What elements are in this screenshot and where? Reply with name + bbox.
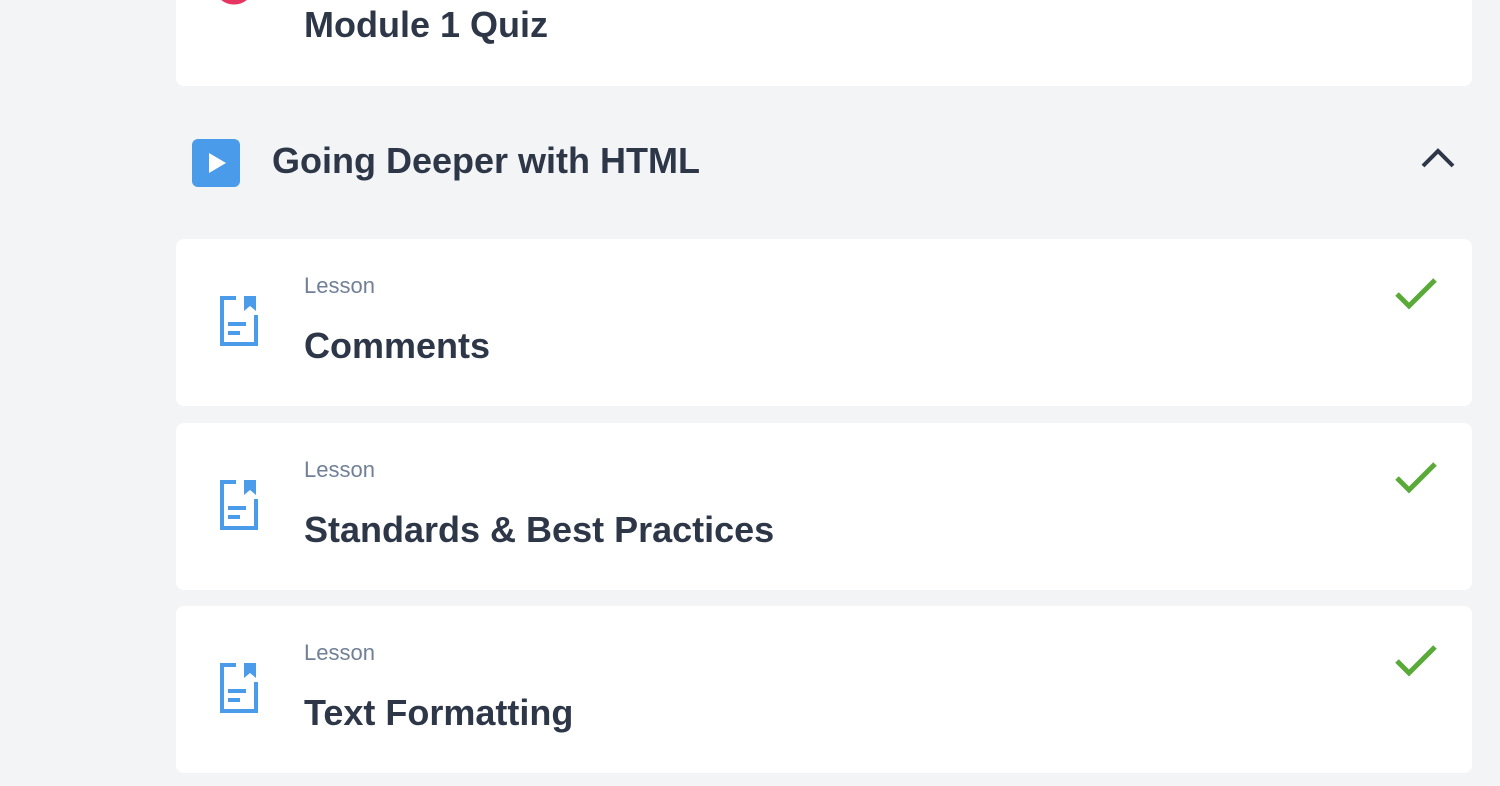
- lesson-card[interactable]: Lesson Text Formatting: [176, 606, 1472, 773]
- quiz-card[interactable]: Module 1 Quiz: [176, 0, 1472, 86]
- chevron-up-icon[interactable]: [1420, 146, 1456, 175]
- lesson-type: Lesson: [304, 640, 375, 665]
- quiz-title: Module 1 Quiz: [304, 4, 549, 45]
- document-icon: [218, 662, 260, 719]
- lesson-title: Text Formatting: [304, 692, 574, 733]
- target-icon: [212, 0, 268, 17]
- lesson-title: Comments: [304, 325, 491, 366]
- document-icon: [218, 295, 260, 352]
- lesson-card[interactable]: Lesson Comments: [176, 239, 1472, 406]
- lesson-title: Standards & Best Practices: [304, 509, 775, 550]
- document-icon: [218, 479, 260, 536]
- section-header[interactable]: Going Deeper with HTML: [176, 138, 1472, 188]
- lesson-type: Lesson: [304, 273, 375, 298]
- lesson-type: Lesson: [304, 457, 375, 482]
- checkmark-icon: [1394, 461, 1438, 500]
- checkmark-icon: [1394, 644, 1438, 683]
- play-icon: [192, 139, 240, 187]
- checkmark-icon: [1394, 277, 1438, 316]
- section-title: Going Deeper with HTML: [272, 140, 700, 181]
- lesson-card[interactable]: Lesson Standards & Best Practices: [176, 423, 1472, 590]
